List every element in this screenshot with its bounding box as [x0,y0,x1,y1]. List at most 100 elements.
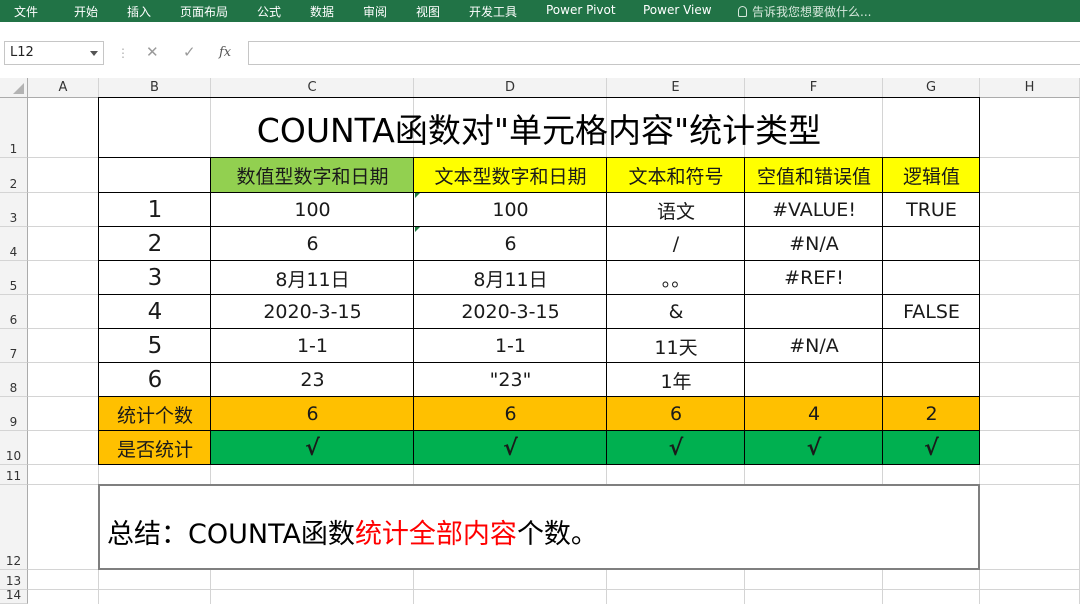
table-cell[interactable]: / [607,227,745,261]
table-cell[interactable]: 1-1 [414,329,607,363]
checkmark-icon[interactable]: √ [883,431,980,465]
column-header-g[interactable]: G [883,78,980,98]
row-header-14[interactable]: 14 [0,588,28,604]
count-value[interactable]: 4 [745,397,883,431]
table-cell[interactable]: 1-1 [211,329,414,363]
table-cell[interactable]: 1年 [607,363,745,397]
table-cell[interactable] [883,261,980,295]
column-header-c[interactable]: C [211,78,414,98]
tab-file[interactable]: 文件 [14,3,38,20]
header-corner-cell[interactable] [99,158,211,193]
column-header-f[interactable]: F [745,78,883,98]
table-cell[interactable]: #N/A [745,227,883,261]
tab-home[interactable]: 开始 [74,3,98,20]
table-cell[interactable]: "23" [414,363,607,397]
column-header-d[interactable]: D [414,78,607,98]
tab-formulas[interactable]: 公式 [257,3,281,20]
checkmark-icon[interactable]: √ [414,431,607,465]
table-cell[interactable] [883,227,980,261]
header-text-numeric[interactable]: 文本型数字和日期 [414,158,607,193]
row-index[interactable]: 3 [99,261,211,295]
table-title[interactable]: COUNTA函数对"单元格内容"统计类型 [99,98,979,158]
column-header-e[interactable]: E [607,78,745,98]
row-header-6[interactable]: 6 [0,295,28,329]
tab-insert[interactable]: 插入 [127,3,151,20]
summary-suffix: 个数。 [516,519,598,550]
column-header-a[interactable]: A [28,78,99,98]
header-logical[interactable]: 逻辑值 [883,158,980,193]
tab-power-pivot[interactable]: Power Pivot [546,3,616,17]
row-index[interactable]: 6 [99,363,211,397]
row-index[interactable]: 2 [99,227,211,261]
row-header-10[interactable]: 10 [0,431,28,465]
tab-page-layout[interactable]: 页面布局 [180,3,228,20]
table-cell[interactable]: 6 [414,227,607,261]
name-box[interactable]: L12 [4,41,104,65]
row-header-11[interactable]: 11 [0,465,28,485]
count-value[interactable]: 2 [883,397,980,431]
row-index[interactable]: 5 [99,329,211,363]
header-empty-errors[interactable]: 空值和错误值 [745,158,883,193]
table-cell[interactable]: 语文 [607,193,745,227]
count-value[interactable]: 6 [414,397,607,431]
tab-view[interactable]: 视图 [416,3,440,20]
row-header-9[interactable]: 9 [0,397,28,431]
insert-function-icon[interactable]: fx [219,45,231,60]
table-cell[interactable]: 8月11日 [414,261,607,295]
table-cell[interactable]: 100 [414,193,607,227]
table-border [210,157,211,465]
table-cell[interactable]: 2020-3-15 [211,295,414,329]
count-value[interactable]: 6 [607,397,745,431]
table-cell[interactable] [745,295,883,329]
row-header-3[interactable]: 3 [0,193,28,227]
table-cell[interactable] [745,363,883,397]
checkmark-icon[interactable]: √ [211,431,414,465]
row-header-2[interactable]: 2 [0,158,28,193]
header-text-symbols[interactable]: 文本和符号 [607,158,745,193]
column-header-b[interactable]: B [99,78,211,98]
count-row-label[interactable]: 统计个数 [99,397,211,431]
column-header-h[interactable]: H [980,78,1080,98]
table-cell[interactable]: #VALUE! [745,193,883,227]
cancel-icon[interactable]: ✕ [146,43,159,61]
table-cell[interactable]: TRUE [883,193,980,227]
table-cell[interactable]: 6 [211,227,414,261]
select-all-corner[interactable] [0,78,28,98]
header-numeric[interactable]: 数值型数字和日期 [211,158,414,193]
row-index[interactable]: 4 [99,295,211,329]
table-cell[interactable]: 。。 [607,261,745,295]
tab-developer[interactable]: 开发工具 [469,3,517,20]
row-header-1[interactable]: 1 [0,98,28,158]
tab-data[interactable]: 数据 [310,3,334,20]
table-cell[interactable]: #N/A [745,329,883,363]
row-header-5[interactable]: 5 [0,261,28,295]
formula-input[interactable] [248,41,1080,65]
row-header-8[interactable]: 8 [0,363,28,397]
summary-box[interactable]: 总结：COUNTA函数统计全部内容个数。 [98,484,980,570]
checkmark-icon[interactable]: √ [745,431,883,465]
count-value[interactable]: 6 [211,397,414,431]
counted-row-label[interactable]: 是否统计 [99,431,211,465]
table-cell[interactable] [883,363,980,397]
checkmark-icon[interactable]: √ [607,431,745,465]
row-header-4[interactable]: 4 [0,227,28,261]
table-cell[interactable]: 2020-3-15 [414,295,607,329]
formula-bar-grip: ⋮ [117,46,129,60]
table-cell[interactable]: & [607,295,745,329]
table-cell[interactable]: 23 [211,363,414,397]
table-cell[interactable]: #REF! [745,261,883,295]
enter-icon[interactable]: ✓ [183,43,196,61]
row-header-7[interactable]: 7 [0,329,28,363]
table-cell[interactable]: 11天 [607,329,745,363]
table-cell[interactable]: FALSE [883,295,980,329]
tab-review[interactable]: 审阅 [363,3,387,20]
chevron-down-icon[interactable] [90,51,98,56]
row-header-13[interactable]: 13 [0,570,28,590]
row-index[interactable]: 1 [99,193,211,227]
tell-me-box[interactable]: 告诉我您想要做什么... [738,3,871,20]
row-header-12[interactable]: 12 [0,485,28,570]
table-cell[interactable] [883,329,980,363]
tab-power-view[interactable]: Power View [643,3,712,17]
table-cell[interactable]: 8月11日 [211,261,414,295]
table-cell[interactable]: 100 [211,193,414,227]
